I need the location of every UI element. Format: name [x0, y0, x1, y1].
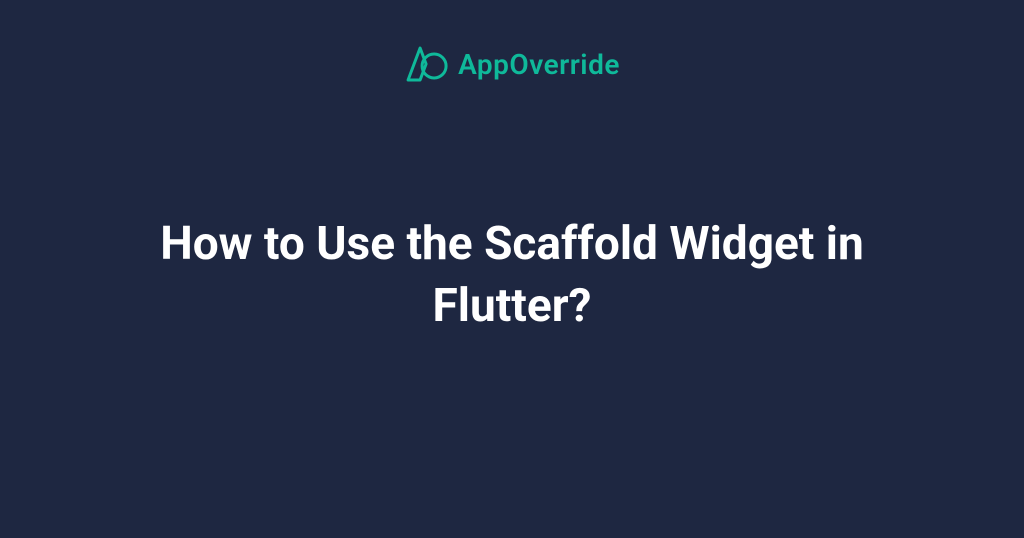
page-title: How to Use the Scaffold Widget in Flutte…: [102, 213, 921, 337]
logo-icon: [404, 42, 448, 86]
brand-logo: AppOverride: [404, 42, 620, 86]
logo-text: AppOverride: [458, 48, 620, 81]
